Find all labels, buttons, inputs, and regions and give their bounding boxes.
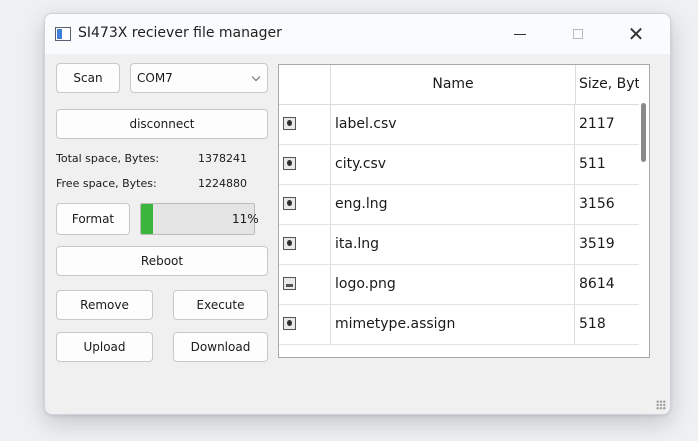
table-row[interactable]: ita.lng 3519 — [279, 225, 639, 265]
row-name: city.csv — [331, 145, 575, 184]
table-row[interactable]: logo.png 8614 — [279, 265, 639, 305]
execute-button[interactable]: Execute — [173, 290, 268, 320]
row-size: 3156 — [579, 196, 615, 212]
window-title: SI473X reciever file manager — [78, 25, 282, 41]
free-space-label: Free space, Bytes: — [56, 177, 157, 190]
table-body: label.csv 2117 city.csv 511 eng.lng 3156 ita.l… — [279, 105, 639, 345]
close-button[interactable]: ✕ — [613, 14, 659, 54]
minimize-icon — [514, 33, 526, 35]
minimize-button[interactable] — [497, 14, 543, 54]
row-icon-cell — [279, 185, 331, 224]
title-bar[interactable]: SI473X reciever file manager ✕ — [45, 14, 670, 54]
scan-button[interactable]: Scan — [56, 63, 120, 93]
port-select-value: COM7 — [137, 71, 173, 85]
file-icon — [283, 237, 296, 250]
close-icon: ✕ — [627, 22, 645, 46]
row-icon-cell — [279, 265, 331, 304]
file-icon — [283, 117, 296, 130]
usage-progress-fill — [141, 204, 154, 234]
row-size: 8614 — [579, 276, 615, 292]
maximize-icon — [573, 29, 583, 39]
file-icon — [283, 197, 296, 210]
row-icon-cell — [279, 145, 331, 184]
total-space-label: Total space, Bytes: — [56, 152, 160, 165]
table-row[interactable]: city.csv 511 — [279, 145, 639, 185]
app-window: SI473X reciever file manager ✕ Scan COM7… — [44, 13, 671, 415]
row-name: label.csv — [331, 105, 575, 144]
row-size: 511 — [579, 156, 606, 172]
remove-button[interactable]: Remove — [56, 290, 153, 320]
usage-percent-text: 11% — [232, 212, 259, 226]
column-header-name[interactable]: Name — [331, 65, 576, 104]
disconnect-button[interactable]: disconnect — [56, 109, 268, 139]
chevron-down-icon — [251, 72, 261, 82]
row-size: 3519 — [579, 236, 615, 252]
column-header-icon[interactable] — [279, 65, 331, 104]
row-name: ita.lng — [331, 225, 575, 264]
resize-grip-icon[interactable] — [656, 400, 666, 410]
file-table: Name Size, Byt label.csv 2117 city.csv 511 e… — [278, 64, 650, 358]
table-row[interactable]: label.csv 2117 — [279, 105, 639, 145]
free-space-value: 1224880 — [198, 177, 247, 190]
file-icon — [283, 317, 296, 330]
port-select[interactable]: COM7 — [130, 63, 268, 93]
reboot-button[interactable]: Reboot — [56, 246, 268, 276]
download-button[interactable]: Download — [173, 332, 268, 362]
vertical-scrollbar[interactable] — [641, 103, 646, 162]
table-header: Name Size, Byt — [279, 65, 639, 105]
total-space-value: 1378241 — [198, 152, 247, 165]
row-name: mimetype.assign — [331, 305, 575, 344]
row-icon-cell — [279, 225, 331, 264]
row-icon-cell — [279, 105, 331, 144]
column-header-size[interactable]: Size, Byt — [576, 65, 639, 104]
format-button[interactable]: Format — [56, 203, 130, 235]
upload-button[interactable]: Upload — [56, 332, 153, 362]
row-name: logo.png — [331, 265, 575, 304]
image-icon — [283, 277, 296, 290]
table-row[interactable]: eng.lng 3156 — [279, 185, 639, 225]
app-icon — [55, 27, 71, 41]
row-size: 2117 — [579, 116, 615, 132]
file-icon — [283, 157, 296, 170]
row-icon-cell — [279, 305, 331, 344]
maximize-button[interactable] — [555, 14, 601, 54]
row-size: 518 — [579, 316, 606, 332]
row-name: eng.lng — [331, 185, 575, 224]
table-row[interactable]: mimetype.assign 518 — [279, 305, 639, 345]
